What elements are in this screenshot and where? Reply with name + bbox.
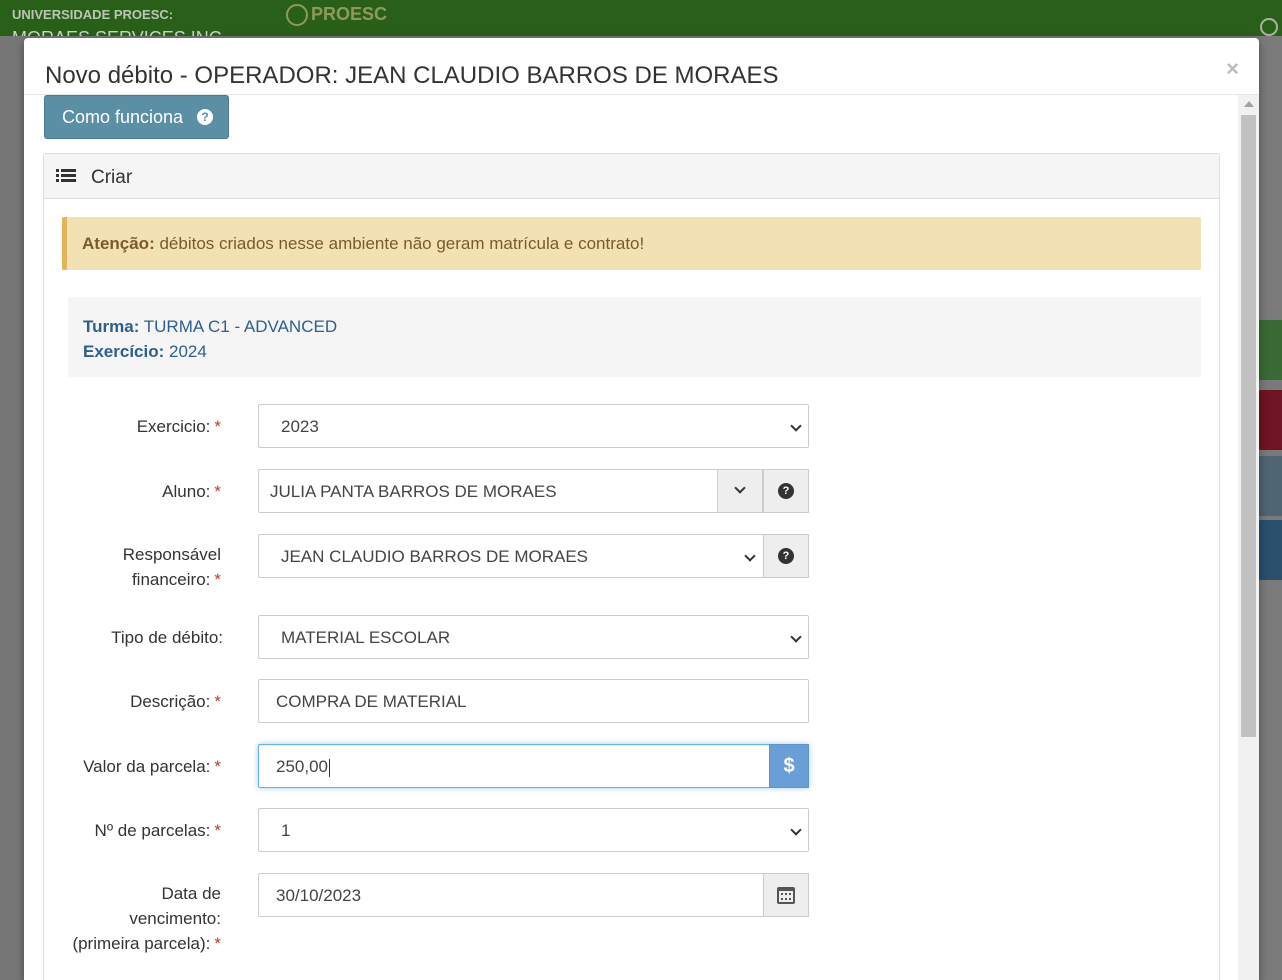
create-panel: Criar Atenção: débitos criados nesse amb…	[43, 153, 1220, 980]
responsavel-label: Responsável financeiro: *	[122, 545, 221, 589]
panel-title: Criar	[91, 167, 133, 188]
aluno-select[interactable]: JULIA PANTA BARROS DE MORAES ?	[258, 469, 809, 513]
form-row-responsavel: Responsável financeiro: * JEAN CLAUDIO BA…	[44, 534, 1219, 594]
form-row-aluno: Aluno: * JULIA PANTA BARROS DE MORAES ?	[44, 469, 1219, 513]
class-info-box: Turma: TURMA C1 - ADVANCED Exercício: 20…	[68, 297, 1201, 377]
responsavel-select[interactable]: JEAN CLAUDIO BARROS DE MORAES ?	[258, 534, 809, 578]
responsavel-help-button[interactable]: ?	[763, 534, 809, 578]
exercicio-info-label: Exercício:	[83, 342, 165, 361]
form-row-parcelas: Nº de parcelas: * 1	[44, 808, 1219, 852]
background-button-slate	[1258, 456, 1282, 516]
calendar-button[interactable]	[763, 873, 809, 917]
form-row-tipo: Tipo de débito: MATERIAL ESCOLAR	[44, 615, 1219, 659]
help-icon: ?	[197, 109, 214, 125]
turma-value: TURMA C1 - ADVANCED	[139, 317, 338, 336]
scroll-thumb[interactable]	[1241, 115, 1256, 737]
list-icon	[56, 169, 76, 183]
background-button-green	[1258, 320, 1282, 380]
aluno-label: Aluno: *	[162, 482, 221, 501]
tipo-select[interactable]: MATERIAL ESCOLAR	[258, 615, 809, 659]
turma-label: Turma:	[83, 317, 140, 336]
exercicio-info-value: 2024	[164, 342, 207, 361]
chevron-down-icon	[790, 631, 802, 643]
tipo-label: Tipo de débito:	[111, 628, 223, 647]
logo-icon	[286, 4, 308, 27]
parcelas-select[interactable]: 1	[258, 808, 809, 852]
alert-text: débitos criados nesse ambiente não geram…	[154, 234, 645, 253]
modal-body: Como funciona ? Criar Atenção: débitos c…	[24, 95, 1259, 980]
aluno-dropdown-toggle[interactable]	[717, 469, 763, 513]
responsavel-value: JEAN CLAUDIO BARROS DE MORAES	[281, 547, 589, 566]
valor-label: Valor da parcela: *	[83, 757, 221, 776]
chevron-down-icon	[790, 420, 802, 432]
brand-line1: UNIVERSIDADE PROESC:	[12, 7, 174, 22]
help-icon: ?	[778, 548, 794, 564]
aluno-help-button[interactable]: ?	[763, 469, 809, 513]
alert-strong: Atenção:	[82, 234, 155, 253]
warning-alert: Atenção: débitos criados nesse ambiente …	[62, 217, 1201, 270]
dollar-icon: $	[769, 744, 809, 788]
how-it-works-button[interactable]: Como funciona ?	[44, 95, 229, 139]
modal-scrollbar[interactable]	[1238, 95, 1259, 980]
exercicio-value: 2023	[281, 417, 319, 436]
logo-text: PROESC	[311, 4, 388, 24]
parcelas-value: 1	[281, 821, 291, 840]
vencimento-label: Data de vencimento: (primeira parcela): *	[72, 884, 221, 953]
form-row-valor: Valor da parcela: * 250,00 $	[44, 744, 1219, 788]
how-it-works-label: Como funciona	[62, 106, 184, 127]
form-row-descricao: Descrição: * COMPRA DE MATERIAL	[44, 679, 1219, 723]
descricao-value: COMPRA DE MATERIAL	[276, 692, 467, 711]
exercicio-select[interactable]: 2023	[258, 404, 809, 448]
chevron-down-icon	[744, 550, 756, 562]
app-logo: PROESC	[286, 4, 388, 27]
chevron-down-icon	[790, 824, 802, 836]
vencimento-value: 30/10/2023	[276, 886, 362, 905]
form-row-vencimento: Data de vencimento: (primeira parcela): *…	[44, 873, 1219, 963]
app-topbar: UNIVERSIDADE PROESC: MORAES SERVICES INC…	[0, 0, 1282, 48]
parcelas-label: Nº de parcelas: *	[94, 821, 221, 840]
scroll-up-arrow-icon[interactable]	[1244, 101, 1254, 107]
user-icon[interactable]	[1260, 18, 1278, 36]
aluno-value: JULIA PANTA BARROS DE MORAES	[270, 482, 557, 501]
modal-header: Novo débito - OPERADOR: JEAN CLAUDIO BAR…	[24, 38, 1259, 95]
help-icon: ?	[778, 483, 794, 499]
calendar-icon	[777, 886, 795, 904]
modal-title: Novo débito - OPERADOR: JEAN CLAUDIO BAR…	[45, 62, 779, 89]
vencimento-input[interactable]: 30/10/2023	[258, 873, 809, 917]
descricao-input[interactable]: COMPRA DE MATERIAL	[258, 679, 809, 723]
background-button-red	[1258, 390, 1282, 450]
tipo-value: MATERIAL ESCOLAR	[281, 628, 451, 647]
valor-value: 250,00	[276, 757, 330, 777]
chevron-down-icon	[734, 482, 746, 494]
exercicio-label: Exercicio: *	[136, 417, 221, 436]
descricao-label: Descrição: *	[130, 692, 221, 711]
form-row-exercicio: Exercicio: * 2023	[44, 404, 1219, 448]
background-button-blue	[1258, 520, 1282, 580]
new-debit-modal: Novo débito - OPERADOR: JEAN CLAUDIO BAR…	[24, 38, 1259, 980]
valor-input[interactable]: 250,00 $	[258, 744, 809, 788]
close-icon[interactable]: ×	[1226, 56, 1239, 82]
panel-heading: Criar	[44, 154, 1219, 199]
